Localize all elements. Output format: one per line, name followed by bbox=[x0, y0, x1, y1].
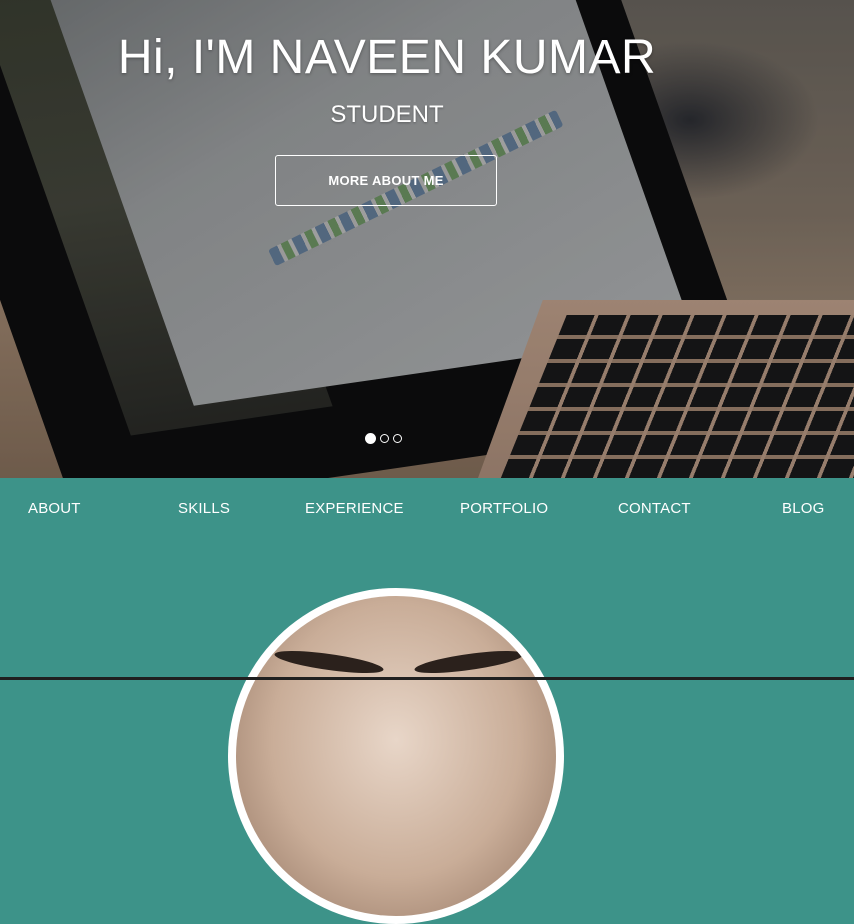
nav-item-portfolio[interactable]: PORTFOLIO bbox=[460, 500, 548, 517]
nav-item-about[interactable]: ABOUT bbox=[28, 500, 81, 517]
main-nav: ABOUT SKILLS EXPERIENCE PORTFOLIO CONTAC… bbox=[0, 478, 854, 540]
nav-item-contact[interactable]: CONTACT bbox=[618, 500, 691, 517]
profile-photo-detail bbox=[413, 646, 525, 678]
profile-photo-frame bbox=[228, 588, 564, 924]
hero-title: Hi, I'M NAVEEN KUMAR bbox=[117, 31, 657, 84]
slider-dot-1[interactable] bbox=[365, 433, 376, 444]
profile-photo-detail bbox=[273, 646, 385, 678]
nav-item-experience[interactable]: EXPERIENCE bbox=[305, 500, 404, 517]
more-about-me-button[interactable]: MORE ABOUT ME bbox=[275, 155, 497, 206]
hero-section: Hi, I'M NAVEEN KUMAR STUDENT MORE ABOUT … bbox=[0, 0, 854, 478]
nav-item-blog[interactable]: BLOG bbox=[782, 500, 824, 517]
slider-dots bbox=[365, 433, 402, 444]
slider-dot-2[interactable] bbox=[380, 434, 389, 443]
hero-subtitle: STUDENT bbox=[330, 101, 444, 128]
profile-photo bbox=[236, 596, 556, 916]
nav-item-skills[interactable]: SKILLS bbox=[178, 500, 230, 517]
slider-dot-3[interactable] bbox=[393, 434, 402, 443]
